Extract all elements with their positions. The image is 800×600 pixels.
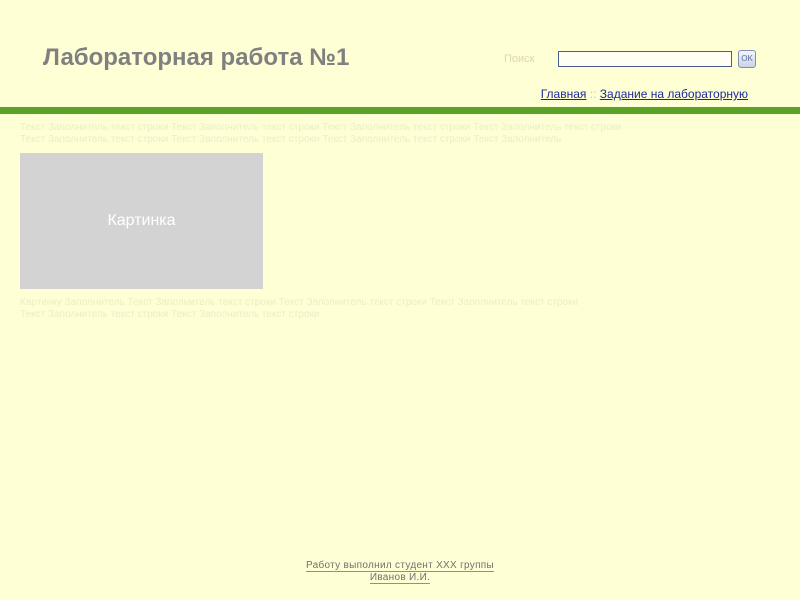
page-title: Лабораторная работа №1 (43, 44, 350, 71)
main-content: Текст Заполнитель текст строки Текст Зап… (20, 122, 660, 321)
search-button-label: OK (741, 54, 753, 63)
search-label: Поиск (504, 53, 535, 65)
image-caption: Картинка (107, 212, 176, 229)
search-button[interactable]: OK (738, 50, 756, 68)
intro-paragraph: Текст Заполнитель текст строки Текст Зап… (20, 122, 622, 145)
footer: Работу выполнил студент ХХХ группы Ивано… (0, 560, 800, 584)
image-placeholder: Картинка (20, 153, 263, 289)
search-input[interactable] (558, 51, 732, 67)
search-form: Поиск OK (504, 50, 756, 68)
footer-author-name: Иванов И.И. (369, 572, 431, 584)
body-paragraph: Картинку Заполнитель Текст Заполнитель т… (20, 297, 579, 320)
breadcrumb: Главная :: Задание на лабораторную (541, 87, 748, 101)
breadcrumb-separator: :: (589, 87, 597, 101)
nav-link-assignment[interactable]: Задание на лабораторную (600, 87, 748, 101)
footer-author-line: Работу выполнил студент ХХХ группы (306, 560, 494, 572)
header-divider (0, 107, 800, 114)
nav-link-home[interactable]: Главная (541, 87, 587, 101)
